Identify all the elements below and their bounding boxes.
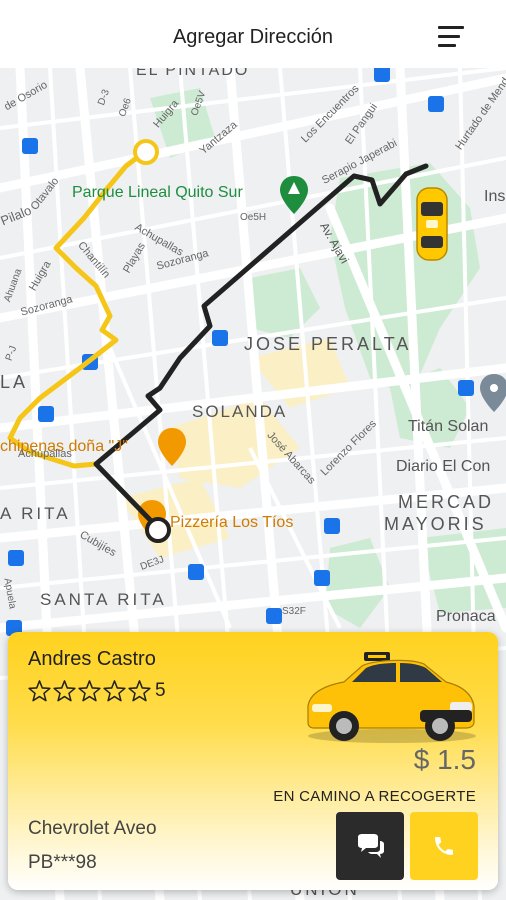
car-plate: PB***98 bbox=[28, 852, 97, 873]
phone-icon bbox=[435, 837, 453, 855]
park-pin-icon bbox=[280, 176, 308, 214]
ride-info-card: Andres Castro 5 $ 1.5 EN CAMINO A RECOGE… bbox=[8, 632, 498, 890]
star-icon bbox=[128, 680, 151, 702]
call-button[interactable] bbox=[410, 812, 478, 880]
ride-price: $ 1.5 bbox=[413, 744, 476, 775]
chat-bubbles-icon bbox=[358, 834, 384, 858]
commercial-area bbox=[170, 398, 300, 488]
star-icon bbox=[53, 680, 76, 702]
hamburger-menu-icon[interactable] bbox=[438, 26, 466, 48]
driver-name: Andres Castro bbox=[28, 648, 156, 670]
star-icon bbox=[78, 680, 101, 702]
taxi-map-icon bbox=[416, 187, 448, 261]
ride-status: EN CAMINO A RECOGERTE bbox=[273, 788, 476, 805]
star-icon bbox=[28, 680, 51, 702]
car-model: Chevrolet Aveo bbox=[28, 818, 157, 839]
page-title: Agregar Dirección bbox=[172, 26, 334, 48]
rating-value: 5 bbox=[155, 680, 166, 701]
location-pin-icon bbox=[480, 374, 506, 412]
driver-rating: 5 bbox=[28, 678, 166, 704]
app-header: Agregar Dirección bbox=[0, 0, 506, 68]
chat-button[interactable] bbox=[336, 812, 404, 880]
driver-start-marker bbox=[145, 517, 171, 543]
star-icon bbox=[103, 680, 126, 702]
taxi-car-image bbox=[307, 652, 476, 743]
pickup-marker bbox=[133, 139, 159, 165]
